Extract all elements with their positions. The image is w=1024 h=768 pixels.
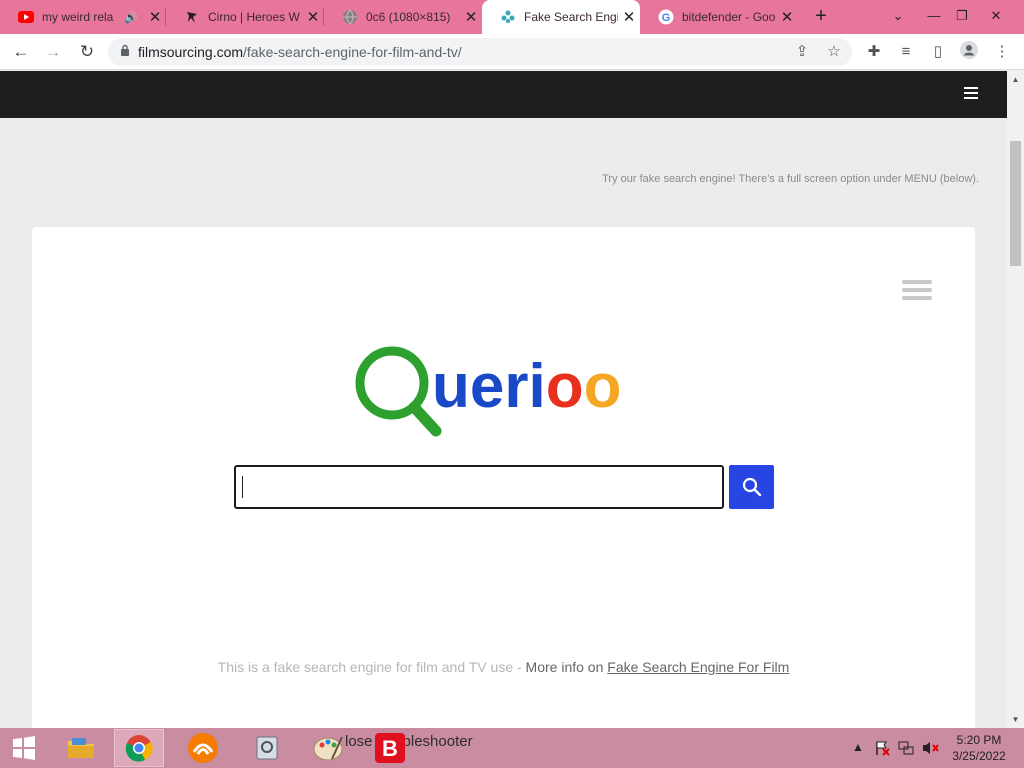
- tab-title: Cirno | Heroes W: [208, 10, 300, 24]
- tab-strip: my weird rela 🔊 ✕ Cirno | Heroes W ✕ 0c6…: [0, 0, 1024, 34]
- action-center-flag-icon[interactable]: [874, 740, 890, 759]
- restore-icon[interactable]: ❐: [944, 0, 980, 34]
- tab-google[interactable]: G bitdefender - Goo ✕: [640, 0, 798, 34]
- dancer-icon: [184, 9, 200, 25]
- url-path: /fake-search-engine-for-film-and-tv/: [243, 44, 462, 60]
- audio-app-icon[interactable]: [176, 729, 230, 767]
- url-text: filmsourcing.com/fake-search-engine-for-…: [138, 44, 852, 60]
- tab-fake-search[interactable]: Fake Search Engin ✕: [482, 0, 640, 34]
- page-hint: Try our fake search engine! There's a fu…: [602, 173, 979, 185]
- site-menu-icon[interactable]: [964, 87, 978, 102]
- speaker-icon[interactable]: 🔊: [124, 11, 138, 24]
- extensions-icon[interactable]: ✚: [862, 40, 886, 64]
- address-bar[interactable]: filmsourcing.com/fake-search-engine-for-…: [108, 38, 852, 66]
- close-tab-icon[interactable]: ✕: [776, 8, 798, 26]
- close-tab-icon[interactable]: ✕: [144, 8, 166, 26]
- page-scrollbar[interactable]: ▲ ▼: [1007, 71, 1024, 728]
- logo-text: uerioo: [432, 352, 621, 421]
- tab-title: 0c6 (1080×815): [366, 10, 451, 24]
- tab-cirno[interactable]: Cirno | Heroes W ✕: [166, 0, 324, 34]
- querioo-menu-icon[interactable]: [902, 280, 932, 304]
- web-page: Try our fake search engine! There's a fu…: [0, 71, 1007, 728]
- tab-title: bitdefender - Goo: [682, 10, 776, 24]
- share-icon[interactable]: ⇪: [790, 40, 814, 64]
- bitdefender-icon[interactable]: B: [362, 729, 418, 767]
- scroll-thumb[interactable]: [1010, 141, 1021, 266]
- youtube-icon: [18, 9, 34, 25]
- tab-youtube[interactable]: my weird rela 🔊 ✕: [0, 0, 166, 34]
- side-panel-icon[interactable]: ▯: [926, 40, 950, 64]
- back-button[interactable]: ←: [8, 40, 34, 64]
- scroll-up-icon[interactable]: ▲: [1007, 71, 1024, 88]
- svg-text:G: G: [662, 12, 671, 24]
- tab-title: my weird rela: [42, 10, 114, 24]
- footer-more-text: More info on: [525, 659, 608, 675]
- network-icon[interactable]: [898, 740, 914, 759]
- close-tab-icon[interactable]: ✕: [618, 8, 640, 26]
- tab-image[interactable]: 0c6 (1080×815) ✕: [324, 0, 482, 34]
- close-tab-icon[interactable]: ✕: [302, 8, 324, 26]
- chrome-menu-icon[interactable]: ⋮: [990, 40, 1014, 64]
- text-caret: [242, 476, 243, 498]
- new-tab-button[interactable]: +: [808, 4, 834, 30]
- tab-search-chevron-icon[interactable]: ⌄: [880, 0, 916, 34]
- search-input[interactable]: [234, 465, 724, 509]
- show-hidden-icons-icon[interactable]: ▲: [852, 740, 864, 754]
- search-icon: [742, 477, 761, 497]
- troubleshooter-icon[interactable]: [240, 729, 294, 767]
- scroll-down-icon[interactable]: ▼: [1007, 711, 1024, 728]
- file-explorer-icon[interactable]: [58, 729, 104, 767]
- querioo-logo: uerioo: [355, 346, 621, 437]
- globe-icon: [342, 9, 358, 25]
- footer-note: This is a fake search engine for film an…: [32, 659, 975, 675]
- system-clock[interactable]: 5:20 PM 3/25/2022: [946, 732, 1012, 764]
- volume-muted-icon[interactable]: [922, 740, 940, 759]
- clock-date: 3/25/2022: [952, 749, 1006, 763]
- svg-text:B: B: [382, 736, 398, 761]
- google-icon: G: [658, 9, 674, 25]
- profile-avatar-icon[interactable]: [957, 40, 981, 64]
- search-card: uerioo This is a fake search engine for …: [32, 227, 975, 728]
- clock-time: 5:20 PM: [956, 733, 1002, 747]
- bookmark-star-icon[interactable]: ☆: [822, 40, 846, 64]
- chrome-taskbar-icon[interactable]: [114, 729, 164, 767]
- close-window-icon[interactable]: ✕: [978, 0, 1014, 34]
- windows-taskbar: lose troubleshooter B ▲ 5:20 PM 3/25/202…: [0, 728, 1024, 768]
- close-tab-icon[interactable]: ✕: [460, 8, 482, 26]
- reload-button[interactable]: ↻: [74, 40, 100, 64]
- url-domain: filmsourcing.com: [138, 44, 244, 60]
- footer-link[interactable]: Fake Search Engine For Film: [607, 659, 789, 675]
- tab-title: Fake Search Engin: [524, 10, 618, 24]
- forward-button[interactable]: →: [40, 40, 66, 64]
- reading-list-icon[interactable]: ≡: [894, 40, 918, 64]
- site-header: [0, 71, 1007, 118]
- lock-icon[interactable]: [120, 43, 130, 61]
- browser-toolbar: ← → ↻ filmsourcing.com/fake-search-engin…: [0, 34, 1024, 70]
- search-button[interactable]: [729, 465, 774, 509]
- windows-logo-icon: [13, 736, 35, 760]
- footer-static-text: This is a fake search engine for film an…: [217, 659, 526, 675]
- start-button[interactable]: [0, 729, 48, 767]
- querioo-flower-icon: [500, 9, 516, 25]
